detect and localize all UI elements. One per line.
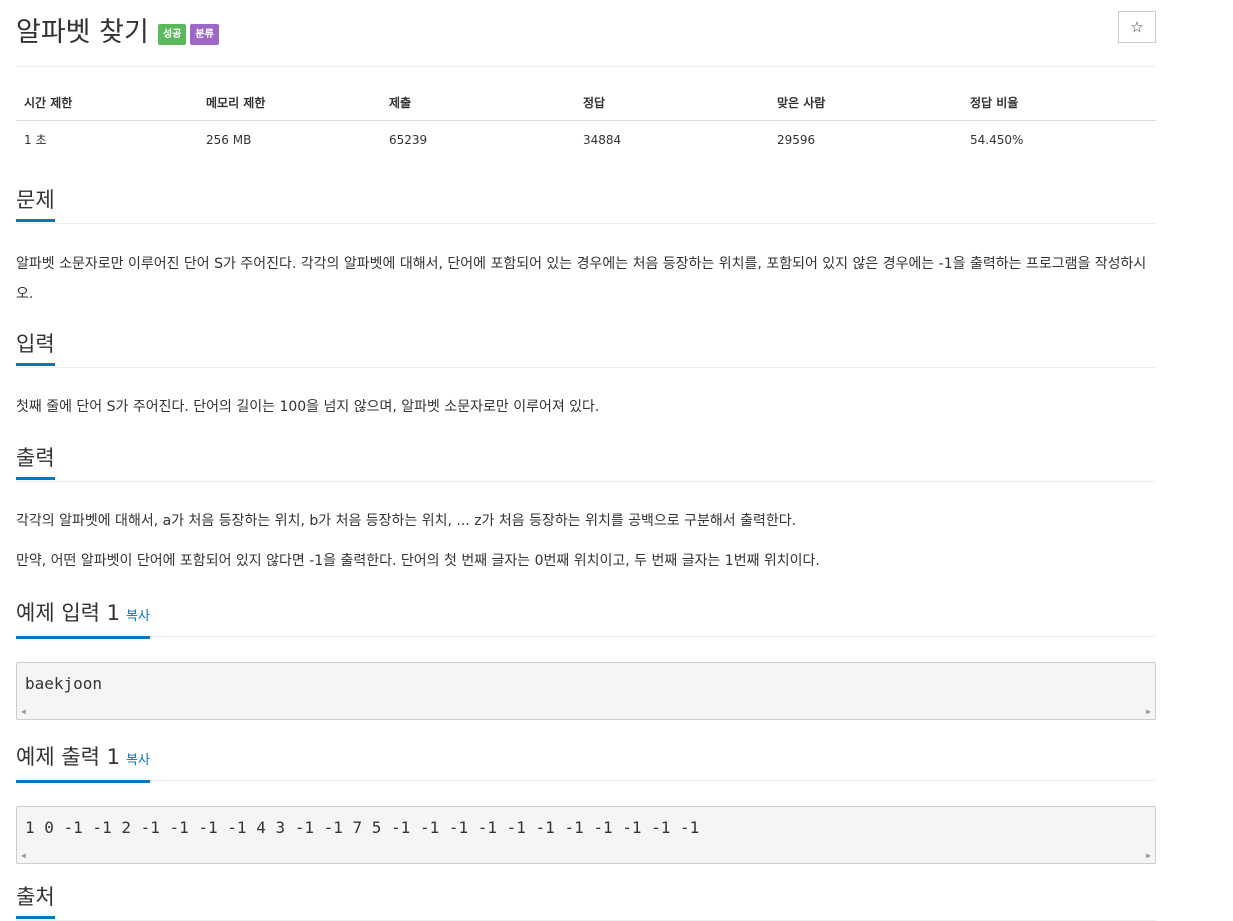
- description-text: 알파벳 소문자로만 이루어진 단어 S가 주어진다. 각각의 알파벳에 대해서,…: [16, 256, 1147, 302]
- input-text: 첫째 줄에 단어 S가 주어진다. 단어의 길이는 100을 넘지 않으며, 알…: [16, 399, 600, 415]
- table-header-row: 시간 제한 메모리 제한 제출 정답 맞은 사람 정답 비율: [16, 86, 1156, 121]
- star-icon: ☆: [1130, 18, 1144, 36]
- horizontal-scrollbar[interactable]: ◀ ▶: [17, 705, 1155, 719]
- badge-group: 성공 분류: [158, 24, 219, 45]
- input-heading: 입력: [16, 331, 55, 366]
- success-badge: 성공: [158, 24, 187, 45]
- problem-container: 알파벳 찾기 성공 분류 ☆ 시간 제한 메모리 제한 제출 정답 맞은 사람 …: [16, 0, 1156, 921]
- copy-sample-output-button[interactable]: 복사: [126, 753, 150, 768]
- accept-ratio-header: 정답 비율: [962, 86, 1156, 121]
- output-text-line2: 만약, 어떤 알파벳이 단어에 포함되어 있지 않다면 -1을 출력한다. 단어…: [16, 553, 820, 569]
- sample-output-heading: 예제 출력 1: [16, 745, 120, 769]
- sample-output-box[interactable]: 1 0 -1 -1 2 -1 -1 -1 -1 4 3 -1 -1 7 5 -1…: [16, 806, 1156, 864]
- problem-title: 알파벳 찾기: [16, 17, 149, 48]
- copy-sample-input-button[interactable]: 복사: [126, 609, 150, 624]
- output-text-line1: 각각의 알파벳에 대해서, a가 처음 등장하는 위치, b가 처음 등장하는 …: [16, 513, 797, 529]
- description-heading: 문제: [16, 187, 55, 222]
- sample-input-box[interactable]: baekjoon ◀ ▶: [16, 662, 1156, 720]
- scroll-right-arrow-icon[interactable]: ▶: [1146, 851, 1151, 860]
- source-heading: 출처: [16, 884, 55, 919]
- description-section-header: 문제: [16, 187, 1156, 224]
- time-limit-header: 시간 제한: [16, 86, 198, 121]
- accepted-header: 정답: [575, 86, 769, 121]
- sample-input-heading-wrap: 예제 입력 1 복사: [16, 600, 150, 639]
- table-row: 1 초 256 MB 65239 34884 29596 54.450%: [16, 121, 1156, 159]
- memory-limit-header: 메모리 제한: [198, 86, 381, 121]
- problem-info-table: 시간 제한 메모리 제한 제출 정답 맞은 사람 정답 비율 1 초 256 M…: [16, 86, 1156, 158]
- scroll-left-arrow-icon[interactable]: ◀: [21, 707, 26, 716]
- scroll-left-arrow-icon[interactable]: ◀: [21, 851, 26, 860]
- scroll-right-arrow-icon[interactable]: ▶: [1146, 707, 1151, 716]
- horizontal-scrollbar[interactable]: ◀ ▶: [17, 849, 1155, 863]
- page-header: 알파벳 찾기 성공 분류 ☆: [16, 0, 1156, 67]
- accept-ratio-value: 54.450%: [970, 132, 1024, 147]
- output-heading: 출력: [16, 445, 55, 480]
- input-section-header: 입력: [16, 331, 1156, 368]
- sample-input-section-header: 예제 입력 1 복사: [16, 600, 1156, 639]
- sample-output-code: 1 0 -1 -1 2 -1 -1 -1 -1 4 3 -1 -1 7 5 -1…: [25, 818, 700, 837]
- memory-limit-value: 256 MB: [206, 132, 252, 147]
- accepted-value: 34884: [583, 132, 622, 147]
- output-section-header: 출력: [16, 445, 1156, 482]
- sample-input-heading: 예제 입력 1: [16, 601, 120, 625]
- submissions-header: 제출: [381, 86, 575, 121]
- category-badge[interactable]: 분류: [190, 24, 219, 45]
- sample-output-section-header: 예제 출력 1 복사: [16, 744, 1156, 783]
- time-limit-value: 1 초: [24, 133, 47, 147]
- solved-users-header: 맞은 사람: [769, 86, 962, 121]
- source-section-header: 출처: [16, 884, 1156, 921]
- solved-users-value: 29596: [777, 132, 816, 147]
- submissions-value: 65239: [389, 132, 428, 147]
- favorite-button[interactable]: ☆: [1118, 11, 1156, 43]
- sample-input-code: baekjoon: [25, 674, 103, 693]
- sample-output-heading-wrap: 예제 출력 1 복사: [16, 744, 150, 783]
